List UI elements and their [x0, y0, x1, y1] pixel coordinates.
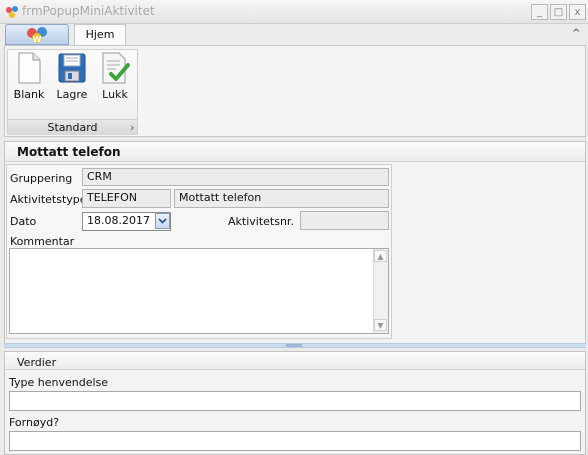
type-henvendelse-label: Type henvendelse: [9, 376, 109, 389]
kommentar-label: Kommentar: [10, 235, 75, 248]
scroll-down-icon[interactable]: ▼: [374, 319, 387, 331]
svg-text:W: W: [33, 35, 42, 44]
fornoyd-label: Fornøyd?: [9, 416, 60, 429]
chevron-down-icon: [158, 218, 167, 224]
panel-title: Mottatt telefon: [17, 145, 121, 159]
maximize-button[interactable]: □: [550, 4, 567, 20]
blank-button[interactable]: Blank: [9, 52, 49, 108]
blank-document-icon: [18, 52, 41, 84]
app-logo-icon: [6, 6, 18, 18]
scroll-up-icon[interactable]: ▲: [374, 250, 387, 262]
ribbon-group-caption-label: Standard: [47, 121, 98, 134]
fornoyd-field[interactable]: [9, 431, 581, 451]
aktivitetstype-description-field[interactable]: Mottatt telefon: [174, 189, 389, 208]
close-button[interactable]: x: [569, 4, 586, 20]
application-menu-button[interactable]: W: [5, 24, 69, 45]
dato-label: Dato: [10, 215, 37, 228]
document-check-icon: [102, 52, 130, 84]
date-dropdown-button[interactable]: [155, 213, 170, 229]
gruppering-field[interactable]: CRM: [82, 168, 389, 186]
comment-scrollbar[interactable]: ▲ ▼: [373, 249, 388, 333]
type-henvendelse-field[interactable]: [9, 391, 581, 411]
window-title: frmPopupMiniAktivitet: [22, 4, 155, 18]
aktivitetsnr-label: Aktivitetsnr.: [228, 215, 294, 228]
minimize-button[interactable]: _: [531, 4, 548, 20]
lukk-button-label: Lukk: [102, 88, 128, 101]
gruppering-label: Gruppering: [10, 172, 73, 185]
lagre-button-label: Lagre: [56, 88, 88, 101]
kommentar-textarea[interactable]: [9, 248, 389, 334]
aktivitetstype-code-field[interactable]: TELEFON: [82, 189, 171, 208]
aktivitetstype-label: Aktivitetstype: [10, 193, 87, 206]
verdier-title: Verdier: [17, 356, 57, 369]
floppy-save-icon: [58, 53, 86, 83]
splitter-grip-icon[interactable]: [286, 344, 302, 347]
group-launcher-icon[interactable]: ›: [130, 121, 134, 134]
ribbon-collapse-icon[interactable]: ^: [572, 28, 580, 39]
blank-button-label: Blank: [13, 88, 45, 101]
verdier-header: [5, 352, 585, 370]
aktivitetsnr-field[interactable]: [300, 211, 389, 230]
tab-hjem[interactable]: Hjem: [74, 24, 126, 46]
title-bar: frmPopupMiniAktivitet _ □ x: [0, 0, 588, 24]
lagre-button[interactable]: Lagre: [52, 52, 92, 108]
lukk-button[interactable]: Lukk: [95, 52, 135, 108]
app-logo-icon: W: [27, 27, 47, 44]
ribbon-group-caption: Standard: [8, 119, 137, 135]
